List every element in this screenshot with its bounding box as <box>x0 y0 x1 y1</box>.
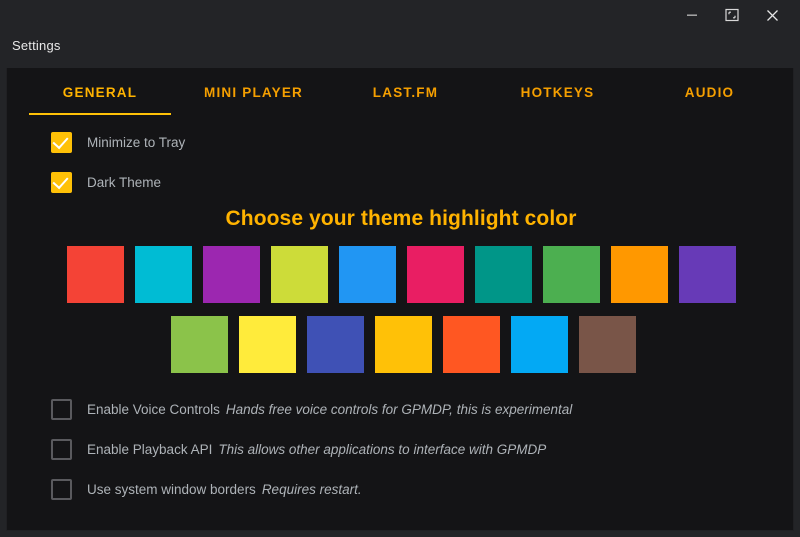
check-icon <box>52 172 69 190</box>
close-icon <box>766 9 779 22</box>
tab-lastfm[interactable]: LAST.FM <box>333 68 478 118</box>
tab-mini-player[interactable]: MINI PLAYER <box>181 68 326 118</box>
option-enable-voice-controls[interactable]: Enable Voice Controls Hands free voice c… <box>51 399 572 420</box>
tab-audio-label: AUDIO <box>684 85 735 100</box>
theme-swatch[interactable] <box>271 246 328 303</box>
theme-swatch[interactable] <box>375 316 432 373</box>
enable-playback-api-checkbox[interactable] <box>51 439 72 460</box>
tab-hotkeys-label: HOTKEYS <box>520 85 595 100</box>
theme-color-row-1 <box>67 246 747 303</box>
minimize-to-tray-label: Minimize to Tray <box>87 135 186 150</box>
settings-window: Settings GENERAL MINI PLAYER LAST.FM HOT… <box>0 0 800 537</box>
tab-general-label: GENERAL <box>62 85 138 100</box>
system-window-borders-label: Use system window borders <box>87 482 256 497</box>
enable-playback-api-description: This allows other applications to interf… <box>218 442 547 457</box>
tab-audio[interactable]: AUDIO <box>637 68 782 118</box>
check-icon <box>52 132 69 150</box>
option-dark-theme[interactable]: Dark Theme <box>51 172 161 193</box>
theme-swatch[interactable] <box>679 246 736 303</box>
theme-swatch[interactable] <box>475 246 532 303</box>
theme-swatch[interactable] <box>579 316 636 373</box>
system-window-borders-checkbox[interactable] <box>51 479 72 500</box>
theme-color-row-2 <box>171 316 647 373</box>
page-title: Settings <box>12 38 61 53</box>
maximize-button[interactable] <box>712 0 752 30</box>
theme-swatch[interactable] <box>511 316 568 373</box>
maximize-icon <box>725 8 739 22</box>
title-bar: Settings <box>0 0 800 68</box>
minimize-icon <box>686 9 698 21</box>
tab-bar: GENERAL MINI PLAYER LAST.FM HOTKEYS AUDI… <box>7 68 793 118</box>
theme-swatch[interactable] <box>203 246 260 303</box>
theme-swatch[interactable] <box>407 246 464 303</box>
theme-swatch[interactable] <box>307 316 364 373</box>
theme-swatch[interactable] <box>239 316 296 373</box>
tab-active-underline <box>29 113 171 115</box>
dark-theme-label: Dark Theme <box>87 175 162 190</box>
tab-underline <box>191 113 316 115</box>
enable-voice-controls-description: Hands free voice controls for GPMDP, thi… <box>225 402 573 417</box>
minimize-button[interactable] <box>672 0 712 30</box>
tab-general[interactable]: GENERAL <box>19 68 181 118</box>
window-controls <box>672 0 792 30</box>
option-enable-playback-api[interactable]: Enable Playback API This allows other ap… <box>51 439 546 460</box>
settings-content: GENERAL MINI PLAYER LAST.FM HOTKEYS AUDI… <box>6 68 794 531</box>
tab-lastfm-label: LAST.FM <box>372 85 439 100</box>
tab-mini-player-label: MINI PLAYER <box>204 85 303 100</box>
enable-voice-controls-checkbox[interactable] <box>51 399 72 420</box>
tab-underline <box>343 113 468 115</box>
theme-heading: Choose your theme highlight color <box>225 207 577 230</box>
tab-hotkeys[interactable]: HOTKEYS <box>485 68 630 118</box>
option-minimize-to-tray[interactable]: Minimize to Tray <box>51 132 185 153</box>
theme-swatch[interactable] <box>67 246 124 303</box>
tab-underline <box>495 113 620 115</box>
theme-swatch[interactable] <box>339 246 396 303</box>
tab-underline <box>647 113 772 115</box>
close-button[interactable] <box>752 0 792 30</box>
dark-theme-checkbox[interactable] <box>51 172 72 193</box>
theme-swatch[interactable] <box>611 246 668 303</box>
minimize-to-tray-checkbox[interactable] <box>51 132 72 153</box>
theme-swatch[interactable] <box>135 246 192 303</box>
enable-playback-api-label: Enable Playback API <box>87 442 213 457</box>
option-system-window-borders[interactable]: Use system window borders Requires resta… <box>51 479 362 500</box>
enable-voice-controls-label: Enable Voice Controls <box>87 402 220 417</box>
theme-swatch[interactable] <box>171 316 228 373</box>
system-window-borders-description: Requires restart. <box>261 482 362 497</box>
theme-swatch[interactable] <box>543 246 600 303</box>
theme-swatch[interactable] <box>443 316 500 373</box>
